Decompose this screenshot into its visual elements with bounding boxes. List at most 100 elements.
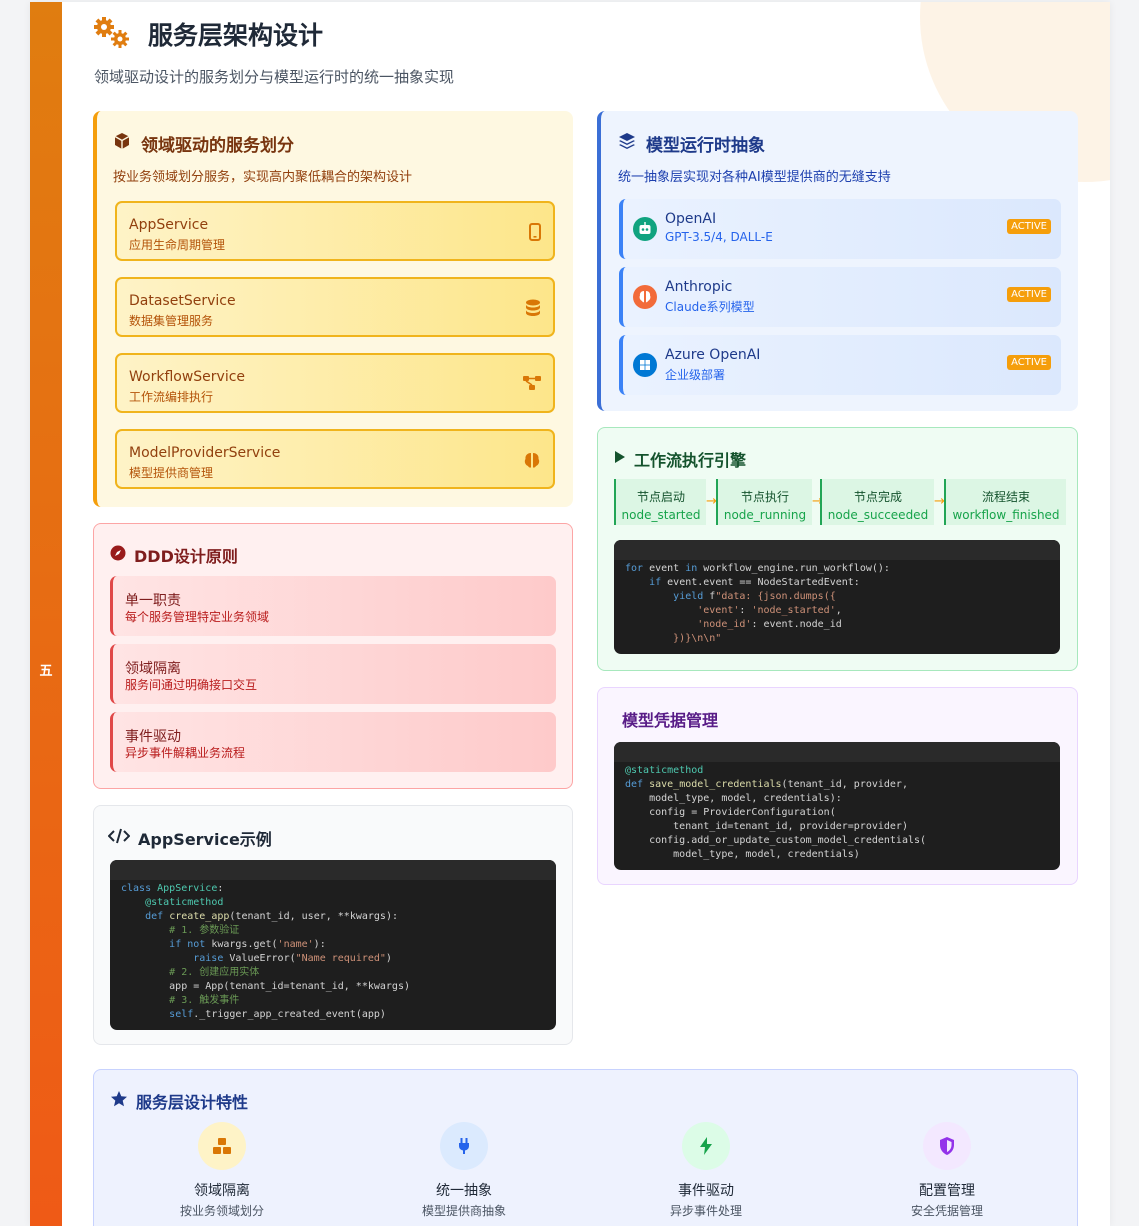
step-name: 节点执行 <box>740 490 789 504</box>
service-desc: 应用生命周期管理 <box>129 238 226 252</box>
workflow-step: 流程结束 workflow_finished <box>944 479 1066 525</box>
step-event: node_running <box>723 508 807 522</box>
code-text: @staticmethod def save_model_credentials… <box>625 765 927 860</box>
shield-icon <box>923 1122 971 1170</box>
service-card-workflow[interactable]: WorkflowService 工作流编排执行 <box>115 353 555 413</box>
feature-name: 领域隔离 <box>194 1183 250 1199</box>
feature-item: 配置管理 安全凭据管理 <box>847 1122 1047 1219</box>
principle-item: 领域隔离 服务间通过明确接口交互 <box>110 644 556 704</box>
principle-desc: 异步事件解耦业务流程 <box>125 746 246 760</box>
provider-desc: 企业级部署 <box>665 368 726 382</box>
ddd-title: DDD设计原则 <box>134 547 238 566</box>
step-name: 节点完成 <box>853 490 902 504</box>
flow-icon <box>523 376 541 390</box>
status-badge: ACTIVE <box>1007 355 1051 370</box>
principle-name: 单一职责 <box>125 593 181 609</box>
layers-icon <box>619 133 635 149</box>
domain-title: 领域驱动的服务划分 <box>141 136 294 156</box>
service-card-app[interactable]: AppService 应用生命周期管理 <box>115 201 555 261</box>
slide: 五 服务层架构设计 领域驱动设计的服务划分与模型运行时的统一抽象实现 领域驱动的… <box>30 2 1110 1226</box>
star-icon <box>111 1091 127 1107</box>
code-toolbar <box>614 540 1060 560</box>
provider-desc: Claude系列模型 <box>665 300 755 314</box>
brain-icon <box>524 453 540 468</box>
workflow-title: 工作流执行引擎 <box>634 451 747 470</box>
provider-card-azure[interactable]: Azure OpenAI 企业级部署 ACTIVE <box>619 335 1061 395</box>
feature-desc: 异步事件处理 <box>669 1204 742 1218</box>
step-event: node_succeeded <box>827 508 929 522</box>
service-desc: 数据集管理服务 <box>129 314 214 328</box>
feature-desc: 模型提供商抽象 <box>421 1204 506 1218</box>
credentials-code-block: @staticmethod def save_model_credentials… <box>614 742 1060 870</box>
step-name: 流程结束 <box>981 490 1030 504</box>
cube-icon <box>114 133 130 149</box>
database-icon <box>526 299 540 316</box>
compass-icon <box>110 545 126 561</box>
service-desc: 模型提供商管理 <box>129 466 214 480</box>
code-toolbar <box>614 742 1060 762</box>
code-text: class AppService: @staticmethod def crea… <box>121 883 410 1020</box>
domain-services-panel: 领域驱动的服务划分 按业务领域划分服务，实现高内聚低耦合的架构设计 AppSer… <box>93 111 573 507</box>
runtime-title: 模型运行时抽象 <box>646 136 765 156</box>
features-panel: 服务层设计特性 领域隔离 按业务领域划分 统一抽象 模型提供商抽象 事件驱动 异… <box>93 1069 1078 1226</box>
code-text: for event in workflow_engine.run_workflo… <box>625 563 890 644</box>
code-toolbar <box>110 860 556 880</box>
play-icon <box>615 451 625 463</box>
service-desc: 工作流编排执行 <box>129 390 214 404</box>
appservice-code-block: class AppService: @staticmethod def crea… <box>110 860 556 1030</box>
principle-name: 领域隔离 <box>125 661 181 677</box>
plug-icon <box>440 1122 488 1170</box>
code-icon <box>108 828 130 844</box>
workflow-engine-panel: 工作流执行引擎 节点启动 node_started → 节点执行 node_ru… <box>597 427 1078 671</box>
provider-desc: GPT-3.5/4, DALL-E <box>665 230 773 244</box>
chapter-label: 五 <box>39 664 53 679</box>
service-name: DatasetService <box>129 293 236 309</box>
principle-item: 事件驱动 异步事件解耦业务流程 <box>110 712 556 772</box>
service-card-dataset[interactable]: DatasetService 数据集管理服务 <box>115 277 555 337</box>
credentials-title: 模型凭据管理 <box>622 711 719 730</box>
principle-desc: 服务间通过明确接口交互 <box>125 678 258 692</box>
domain-desc: 按业务领域划分服务，实现高内聚低耦合的架构设计 <box>113 170 413 185</box>
workflow-code-block: for event in workflow_engine.run_workflo… <box>614 540 1060 654</box>
model-runtime-panel: 模型运行时抽象 统一抽象层实现对各种AI模型提供商的无缝支持 OpenAI GP… <box>597 111 1078 411</box>
step-event: node_started <box>621 508 701 522</box>
features-title: 服务层设计特性 <box>136 1093 249 1112</box>
credentials-panel: 模型凭据管理 @staticmethod def save_model_cred… <box>597 687 1078 885</box>
provider-name: Azure OpenAI <box>665 347 761 363</box>
provider-card-openai[interactable]: OpenAI GPT-3.5/4, DALL-E ACTIVE <box>619 199 1061 259</box>
status-badge: ACTIVE <box>1007 287 1051 302</box>
chapter-sidebar: 五 <box>30 2 62 1226</box>
principle-desc: 每个服务管理特定业务领域 <box>125 610 270 624</box>
service-card-model-provider[interactable]: ModelProviderService 模型提供商管理 <box>115 429 555 489</box>
provider-name: Anthropic <box>665 279 733 295</box>
ddd-principles-panel: DDD设计原则 单一职责 每个服务管理特定业务领域 领域隔离 服务间通过明确接口… <box>93 523 573 789</box>
feature-item: 事件驱动 异步事件处理 <box>606 1122 806 1219</box>
feature-item: 领域隔离 按业务领域划分 <box>122 1122 322 1219</box>
brain-icon <box>633 285 657 309</box>
provider-name: OpenAI <box>665 211 717 227</box>
gears-icon <box>94 17 129 48</box>
step-event: workflow_finished <box>952 508 1060 522</box>
example-title: AppService示例 <box>138 830 272 849</box>
service-name: WorkflowService <box>129 369 246 385</box>
bolt-icon <box>682 1122 730 1170</box>
service-name: AppService <box>129 217 209 233</box>
feature-name: 配置管理 <box>919 1183 975 1199</box>
feature-name: 统一抽象 <box>436 1183 492 1199</box>
windows-icon <box>633 353 657 377</box>
runtime-desc: 统一抽象层实现对各种AI模型提供商的无缝支持 <box>618 170 891 185</box>
cubes-icon <box>198 1122 246 1170</box>
provider-card-anthropic[interactable]: Anthropic Claude系列模型 ACTIVE <box>619 267 1061 327</box>
page-subtitle: 领域驱动设计的服务划分与模型运行时的统一抽象实现 <box>94 68 455 86</box>
mobile-icon <box>529 223 541 241</box>
feature-desc: 安全凭据管理 <box>910 1204 983 1218</box>
appservice-example-panel: AppService示例 class AppService: @staticme… <box>93 805 573 1045</box>
feature-item: 统一抽象 模型提供商抽象 <box>364 1122 564 1219</box>
page-title: 服务层架构设计 <box>148 21 324 50</box>
workflow-step: 节点执行 node_running <box>716 479 812 525</box>
feature-desc: 按业务领域划分 <box>179 1204 264 1218</box>
workflow-step: 节点启动 node_started <box>614 479 706 525</box>
status-badge: ACTIVE <box>1007 219 1051 234</box>
robot-icon <box>633 217 657 241</box>
principle-item: 单一职责 每个服务管理特定业务领域 <box>110 576 556 636</box>
